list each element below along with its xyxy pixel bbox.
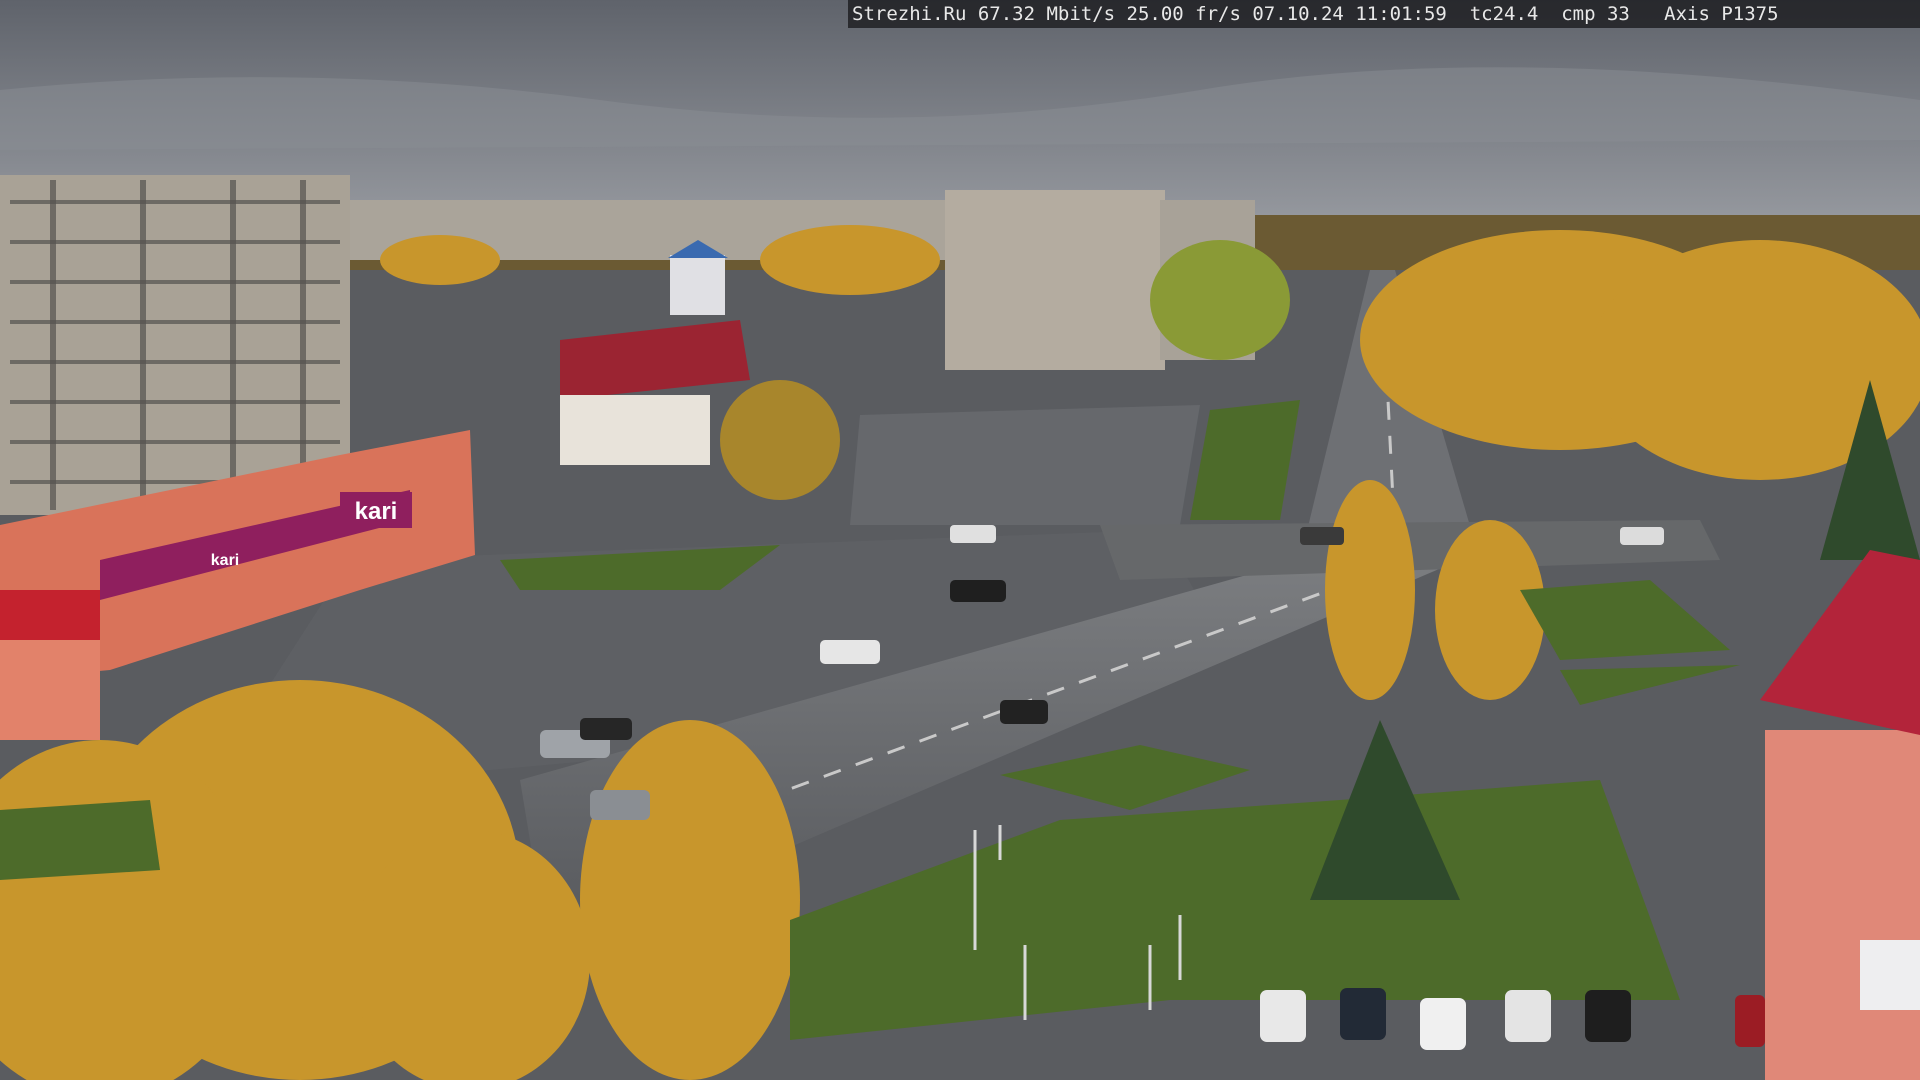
upper-plaza — [850, 405, 1200, 525]
blue-tower — [670, 255, 725, 315]
store-sign-small: kari — [211, 552, 239, 569]
store-sign-text: kari — [355, 498, 398, 525]
tall-building-center — [945, 190, 1165, 370]
street-scene: kari kari — [0, 0, 1920, 1080]
webcam-frame: kari kari Strezhi.Ru 67.32 Mbit/s 25.00 … — [0, 0, 1920, 1080]
camera-overlay-text: Strezhi.Ru 67.32 Mbit/s 25.00 fr/s 07.10… — [848, 0, 1920, 28]
